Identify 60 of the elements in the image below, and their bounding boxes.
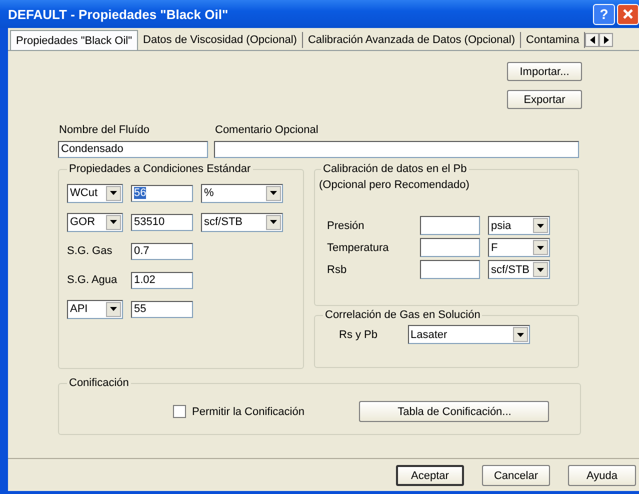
unit-dropdown[interactable]: % [201, 184, 283, 202]
field-label: Nombre del Fluído [58, 124, 150, 136]
checkbox[interactable] [173, 405, 186, 418]
dropdown-arrow-icon [516, 332, 524, 336]
value-field[interactable]: 56 [131, 184, 193, 202]
value-field[interactable]: 53510 [131, 214, 193, 230]
group-title: Calibración de datos en el Pb [322, 163, 468, 175]
right-arrow-icon [604, 36, 609, 44]
group-title: Conificación [68, 377, 130, 389]
group-subtitle: (Opcional pero Recomendado) [319, 179, 470, 191]
property-label: Rs y Pb [339, 328, 378, 340]
value-field[interactable]: 1.02 [131, 272, 193, 288]
unit-dropdown[interactable]: scf/STB [201, 212, 283, 232]
dialog-button[interactable]: Ayuda [568, 465, 636, 486]
dropdown-arrow-icon [270, 220, 277, 224]
scroll-right-button[interactable] [599, 33, 614, 47]
property-label: Rsb [326, 264, 348, 276]
group-title: Correlación de Gas en Solución [324, 309, 482, 321]
property-dropdown[interactable]: API [67, 300, 123, 318]
unit-dropdown[interactable]: scf/STB [488, 260, 550, 279]
value-field[interactable] [420, 216, 480, 235]
window-title: DEFAULT - Propiedades "Black Oil" [8, 6, 230, 22]
tab[interactable]: Propiedades "Black Oil" [10, 30, 138, 50]
scroll-left-button[interactable] [585, 33, 600, 47]
left-arrow-icon [590, 36, 595, 44]
dropdown-arrow-icon [110, 220, 117, 224]
property-dropdown[interactable]: GOR [67, 212, 123, 232]
unit-dropdown[interactable]: psia [488, 216, 550, 235]
dropdown-arrow-icon [110, 191, 117, 195]
action-button[interactable]: Importar... [507, 62, 582, 81]
fluid-name-field[interactable]: Condensado [58, 141, 208, 158]
close-button[interactable] [617, 4, 639, 24]
dropdown-arrow-icon [537, 224, 544, 228]
comment-field[interactable] [214, 141, 579, 158]
group-title: Propiedades a Condiciones Estándar [68, 163, 252, 175]
value-field[interactable] [420, 238, 480, 257]
value-field[interactable]: 55 [131, 300, 193, 318]
field-label: Comentario Opcional [214, 124, 320, 136]
tab[interactable]: Calibración Avanzada de Datos (Opcional) [302, 32, 522, 48]
property-dropdown[interactable]: WCut [67, 184, 123, 202]
help-button[interactable]: ? [593, 4, 615, 24]
property-label: S.G. Agua [67, 274, 118, 286]
dropdown-arrow-icon [537, 246, 544, 250]
property-label: Temperatura [326, 242, 390, 254]
dropdown-arrow-icon [537, 268, 544, 272]
action-button[interactable]: Exportar [507, 90, 582, 109]
value-field[interactable]: 0.7 [131, 242, 193, 260]
dialog-button[interactable]: Cancelar [482, 465, 550, 486]
dropdown-arrow-icon [270, 191, 277, 195]
correlation-dropdown[interactable]: Lasater [408, 325, 530, 344]
tab[interactable]: Datos de Viscosidad (Opcional) [138, 32, 303, 48]
property-label: S.G. Gas [67, 245, 114, 257]
close-icon [622, 8, 634, 20]
property-label: Presión [326, 220, 366, 232]
dialog-button[interactable]: Aceptar [396, 465, 464, 486]
conification-checkbox[interactable]: Permitir la Conificación [173, 405, 304, 418]
conification-table-button[interactable]: Tabla de Conificación... [359, 401, 550, 422]
value-field[interactable] [420, 260, 480, 279]
unit-dropdown[interactable]: F [488, 238, 550, 257]
dropdown-arrow-icon [110, 307, 117, 311]
